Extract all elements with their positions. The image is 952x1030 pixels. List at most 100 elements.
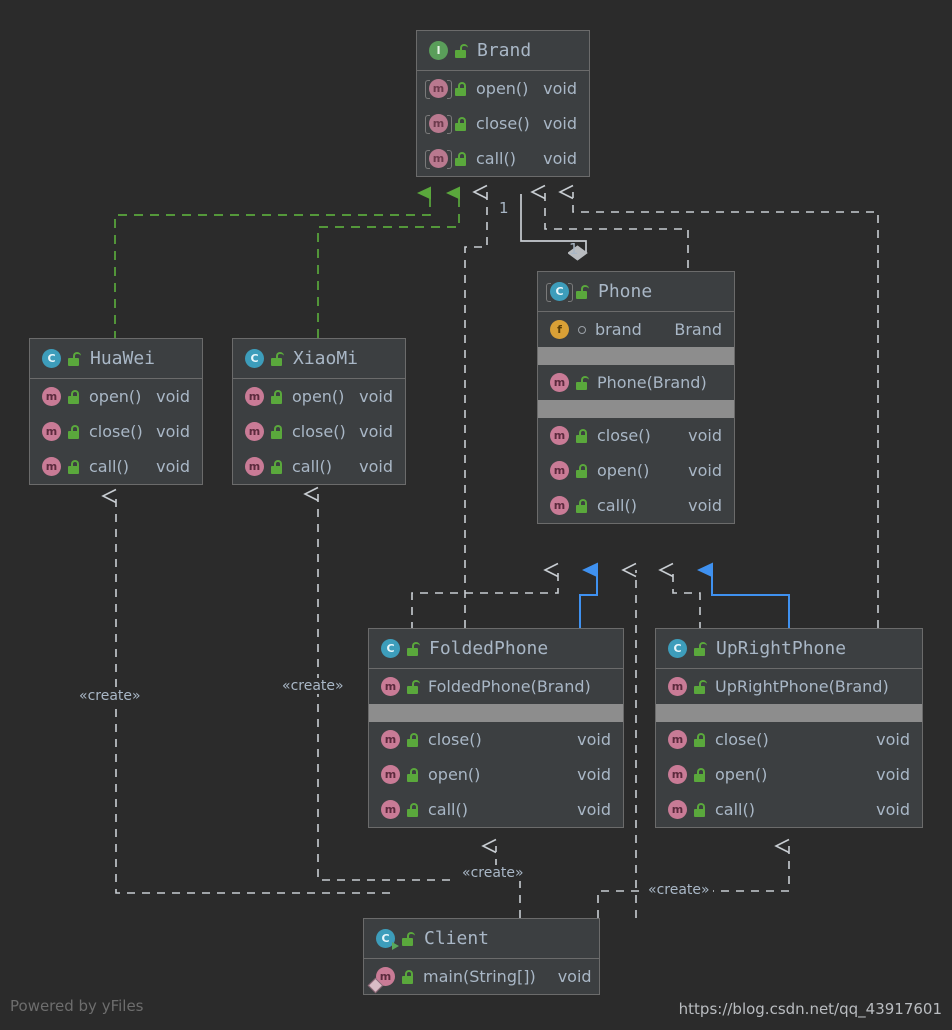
class-name-brand: Brand	[477, 40, 532, 61]
class-icon: C	[42, 349, 61, 368]
method-icon: m	[668, 677, 687, 696]
method-icon: m	[550, 496, 569, 515]
method-icon: m	[668, 800, 687, 819]
member-row[interactable]: m open() void	[369, 757, 623, 792]
member-row[interactable]: m close() void	[30, 414, 202, 449]
edge-phone-depends-brand	[530, 184, 689, 268]
member-name: open()	[715, 765, 768, 784]
field-icon: f	[550, 320, 569, 339]
unlocked-padlock-icon	[68, 459, 80, 474]
member-row[interactable]: m main(String[]) void	[364, 959, 599, 994]
unlocked-padlock-icon	[576, 463, 588, 478]
class-node-foldedphone[interactable]: C FoldedPhone m FoldedPhone(Brand) m clo…	[368, 628, 624, 828]
member-row[interactable]: m close() void	[538, 418, 734, 453]
member-row[interactable]: m close() void	[369, 722, 623, 757]
member-row[interactable]: m call() void	[656, 792, 922, 827]
unlocked-padlock-icon	[68, 424, 80, 439]
class-name-uprightphone: UpRightPhone	[716, 638, 847, 659]
member-name: close()	[597, 426, 651, 445]
member-row[interactable]: m Phone(Brand)	[538, 365, 734, 400]
class-node-xiaomi[interactable]: C XiaoMi m open() void m close() void m …	[232, 338, 406, 485]
class-node-brand[interactable]: I Brand m open() void m close() void m c…	[416, 30, 590, 177]
member-row[interactable]: m UpRightPhone(Brand)	[656, 669, 922, 704]
class-header-xiaomi: C XiaoMi	[233, 339, 405, 379]
member-type: void	[577, 800, 611, 819]
class-name-huawei: HuaWei	[90, 348, 156, 369]
member-type: void	[156, 387, 190, 406]
member-name: close()	[476, 114, 530, 133]
unlocked-padlock-icon	[402, 931, 415, 946]
member-type: void	[876, 730, 910, 749]
member-type: void	[577, 765, 611, 784]
member-row[interactable]: m call() void	[369, 792, 623, 827]
member-type: void	[577, 730, 611, 749]
edge-uprightphone-extends-phone	[697, 562, 790, 630]
member-row[interactable]: m open() void	[30, 379, 202, 414]
member-row[interactable]: m close() void	[656, 722, 922, 757]
member-name: open()	[428, 765, 481, 784]
edge-foldedphone-depends-brand	[464, 184, 488, 628]
class-icon: C	[245, 349, 264, 368]
class-icon: C	[546, 282, 573, 302]
member-type: void	[688, 461, 722, 480]
class-header-foldedphone: C FoldedPhone	[369, 629, 623, 669]
unlocked-padlock-icon	[68, 351, 81, 366]
section-separator	[369, 704, 623, 722]
unlocked-padlock-icon	[455, 43, 468, 58]
member-type: Brand	[674, 320, 722, 339]
member-name: open()	[597, 461, 650, 480]
create-label-uprightphone: «create»	[645, 882, 713, 898]
runnable-class-icon: C	[376, 929, 399, 950]
member-row[interactable]: m call() void	[417, 141, 589, 176]
class-node-huawei[interactable]: C HuaWei m open() void m close() void m …	[29, 338, 203, 485]
member-name: close()	[428, 730, 482, 749]
class-header-uprightphone: C UpRightPhone	[656, 629, 922, 669]
class-header-huawei: C HuaWei	[30, 339, 202, 379]
member-name: call()	[715, 800, 755, 819]
unlocked-padlock-icon	[576, 498, 588, 513]
section-separator	[538, 347, 734, 365]
member-row[interactable]: m open() void	[656, 757, 922, 792]
member-name: main(String[])	[423, 967, 536, 986]
create-label-xiaomi: «create»	[279, 678, 347, 694]
member-name: call()	[89, 457, 129, 476]
member-type: void	[156, 422, 190, 441]
member-name: call()	[428, 800, 468, 819]
member-type: void	[543, 79, 577, 98]
main-method-icon: m	[376, 967, 395, 986]
unlocked-padlock-icon	[694, 641, 707, 656]
class-node-client[interactable]: C Client m main(String[]) void	[363, 918, 600, 995]
member-type: void	[688, 426, 722, 445]
watermark-url: https://blog.csdn.net/qq_43917601	[678, 1000, 942, 1018]
class-name-client: Client	[424, 928, 490, 949]
member-row[interactable]: m FoldedPhone(Brand)	[369, 669, 623, 704]
unlocked-padlock-icon	[68, 389, 80, 404]
unlocked-padlock-icon	[694, 767, 706, 782]
unlocked-padlock-icon	[271, 351, 284, 366]
member-row[interactable]: m open() void	[233, 379, 405, 414]
class-name-foldedphone: FoldedPhone	[429, 638, 549, 659]
method-icon: m	[381, 800, 400, 819]
member-row[interactable]: m call() void	[233, 449, 405, 484]
protected-dot-icon	[578, 325, 586, 334]
method-icon: m	[381, 765, 400, 784]
member-row[interactable]: m open() void	[538, 453, 734, 488]
class-header-phone: C Phone	[538, 272, 734, 312]
member-row[interactable]: f brand Brand	[538, 312, 734, 347]
edge-foldedphone-depends-phone	[411, 562, 559, 630]
member-type: void	[359, 457, 393, 476]
create-label-foldedphone: «create»	[459, 865, 527, 881]
member-row[interactable]: m close() void	[417, 106, 589, 141]
class-node-phone[interactable]: C Phone f brand Brand m Phone(Brand) m c…	[537, 271, 735, 524]
class-node-uprightphone[interactable]: C UpRightPhone m UpRightPhone(Brand) m c…	[655, 628, 923, 828]
multiplicity-brand-end: 1	[499, 199, 509, 217]
method-icon: m	[42, 422, 61, 441]
member-name: Phone(Brand)	[597, 373, 707, 392]
member-row[interactable]: m call() void	[538, 488, 734, 523]
member-row[interactable]: m close() void	[233, 414, 405, 449]
member-row[interactable]: m call() void	[30, 449, 202, 484]
method-icon: m	[668, 730, 687, 749]
member-name: call()	[597, 496, 637, 515]
member-row[interactable]: m open() void	[417, 71, 589, 106]
method-icon: m	[550, 373, 569, 392]
